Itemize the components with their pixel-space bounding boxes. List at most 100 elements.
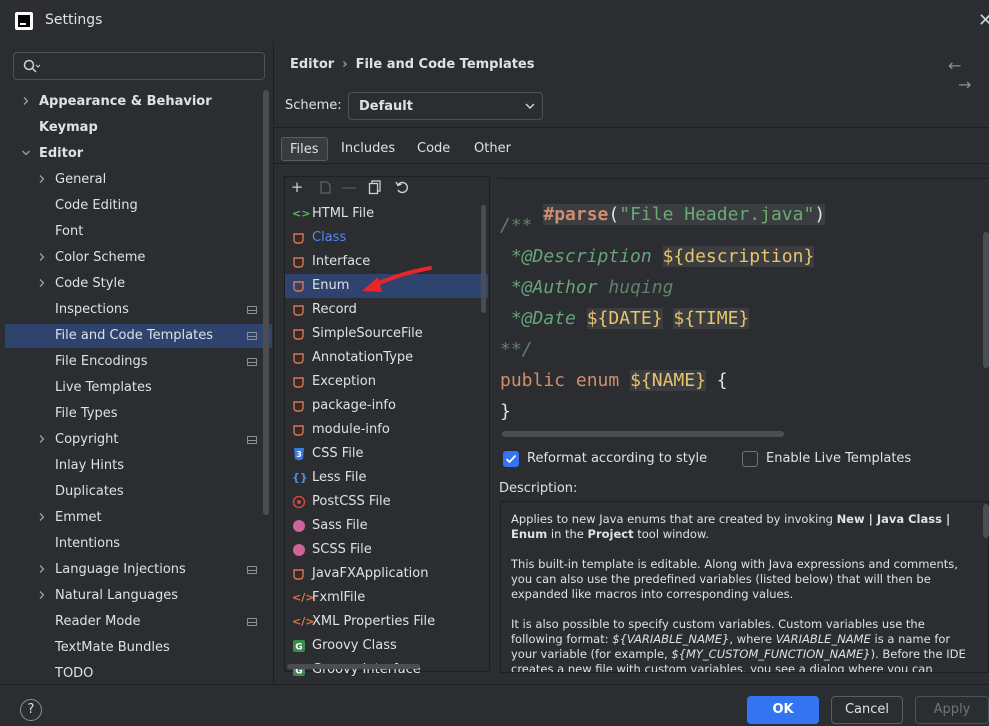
close-icon[interactable]: ✕	[978, 10, 989, 31]
tab-code[interactable]: Code	[409, 137, 458, 161]
template-list-scrollbar[interactable]	[481, 205, 486, 313]
template-list-hscrollbar[interactable]	[287, 664, 420, 669]
postcss-icon	[292, 495, 306, 509]
chevron-right-icon[interactable]	[37, 168, 47, 192]
template-item-label: PostCSS File	[312, 494, 391, 509]
tab-includes[interactable]: Includes	[333, 137, 403, 161]
sidebar-item-label: File Types	[55, 406, 118, 421]
sidebar-item-language-injections[interactable]: Language Injections	[0, 558, 260, 582]
settings-search-input[interactable]	[13, 52, 265, 80]
scheme-dropdown[interactable]: Default	[348, 92, 543, 120]
template-item-postcss-file[interactable]: PostCSS File	[285, 490, 488, 514]
editor-vscrollbar[interactable]	[983, 232, 989, 368]
template-item-exception[interactable]: Exception	[285, 370, 488, 394]
reset-icon[interactable]	[393, 177, 411, 197]
sidebar-item-duplicates[interactable]: Duplicates	[0, 480, 260, 504]
description-scrollbar[interactable]	[983, 504, 989, 538]
chevron-right-icon[interactable]	[37, 272, 47, 296]
template-item-sass-file[interactable]: Sass File	[285, 514, 488, 538]
template-item-module-info[interactable]: module-info	[285, 418, 488, 442]
reformat-checkbox[interactable]	[503, 451, 519, 467]
sidebar-item-font[interactable]: Font	[0, 220, 260, 244]
help-button[interactable]: ?	[20, 699, 42, 721]
sidebar-item-code-editing[interactable]: Code Editing	[0, 194, 260, 218]
template-item-label: CSS File	[312, 446, 364, 461]
template-item-annotationtype[interactable]: AnnotationType	[285, 346, 488, 370]
sidebar-item-file-types[interactable]: File Types	[0, 402, 260, 426]
reformat-label[interactable]: Reformat according to style	[527, 451, 707, 466]
plus-icon[interactable]: +	[288, 177, 306, 197]
duplicate-icon[interactable]	[366, 177, 384, 197]
sidebar-item-code-style[interactable]: Code Style	[0, 272, 260, 296]
search-icon	[23, 59, 41, 73]
java-icon	[292, 231, 306, 245]
html-icon: <>	[292, 207, 311, 220]
sidebar-item-reader-mode[interactable]: Reader Mode	[0, 610, 260, 634]
chevron-right-icon[interactable]	[37, 558, 47, 582]
tab-files[interactable]: Files	[281, 137, 328, 161]
template-item-scss-file[interactable]: SCSS File	[285, 538, 488, 562]
sidebar-item-copyright[interactable]: Copyright	[0, 428, 260, 452]
template-item-less-file[interactable]: {} Less File	[285, 466, 488, 490]
minus-icon[interactable]: —	[340, 177, 358, 197]
editor-hscrollbar[interactable]	[502, 431, 784, 437]
sidebar-item-keymap[interactable]: Keymap	[0, 116, 260, 140]
sidebar-item-inspections[interactable]: Inspections	[0, 298, 260, 322]
template-item-groovy-class[interactable]: G Groovy Class	[285, 634, 488, 658]
code-close-brace: }	[500, 401, 511, 422]
template-item-groovy-interface[interactable]: G Groovy Interface	[285, 658, 488, 682]
template-item-xml-properties-file[interactable]: </> XML Properties File	[285, 610, 488, 634]
ok-button[interactable]: OK	[747, 696, 819, 724]
sidebar-item-todo[interactable]: TODO	[0, 662, 260, 686]
chevron-down-icon[interactable]	[21, 142, 31, 166]
sidebar-divider[interactable]	[273, 42, 274, 684]
sidebar-item-label: File and Code Templates	[55, 328, 213, 343]
template-item-javafxapplication[interactable]: JavaFXApplication	[285, 562, 488, 586]
sidebar-item-file-encodings[interactable]: File Encodings	[0, 350, 260, 374]
sidebar-item-inlay-hints[interactable]: Inlay Hints	[0, 454, 260, 478]
chevron-right-icon[interactable]	[37, 428, 47, 452]
sidebar-item-color-scheme[interactable]: Color Scheme	[0, 246, 260, 270]
sidebar-scrollbar[interactable]	[263, 90, 269, 515]
chevron-right-icon[interactable]	[21, 90, 31, 114]
template-item-record[interactable]: Record	[285, 298, 488, 322]
groovy-icon: G	[292, 639, 306, 653]
sidebar-item-textmate-bundles[interactable]: TextMate Bundles	[0, 636, 260, 660]
sidebar-item-emmet[interactable]: Emmet	[0, 506, 260, 530]
forward-arrow-icon[interactable]: →	[958, 75, 971, 94]
sidebar-item-natural-languages[interactable]: Natural Languages	[0, 584, 260, 608]
chevron-right-icon[interactable]	[37, 506, 47, 530]
description-label: Description:	[499, 481, 578, 496]
template-item-label: module-info	[312, 422, 390, 437]
chevron-right-icon[interactable]	[37, 246, 47, 270]
java-icon	[292, 399, 306, 413]
enable-live-templates-checkbox[interactable]	[742, 451, 758, 467]
description-panel[interactable]: Applies to new Java enums that are creat…	[500, 501, 989, 673]
sidebar-item-live-templates[interactable]: Live Templates	[0, 376, 260, 400]
tab-other[interactable]: Other	[466, 137, 519, 161]
sidebar-item-file-and-code-templates[interactable]: File and Code Templates	[0, 324, 260, 348]
template-item-css-file[interactable]: 3 CSS File	[285, 442, 488, 466]
sidebar-item-intentions[interactable]: Intentions	[0, 532, 260, 556]
sidebar-item-general[interactable]: General	[0, 168, 260, 192]
cancel-button[interactable]: Cancel	[831, 696, 903, 724]
breadcrumb-parent[interactable]: Editor	[290, 57, 334, 72]
template-item-package-info[interactable]: package-info	[285, 394, 488, 418]
java-icon	[292, 255, 306, 269]
code-directive: #parse("File Header.java")	[543, 204, 826, 225]
chevron-right-icon[interactable]	[37, 584, 47, 608]
sidebar-item-appearance-behavior[interactable]: Appearance & Behavior	[0, 90, 260, 114]
sidebar-item-label: TODO	[55, 666, 94, 681]
enable-live-templates-label[interactable]: Enable Live Templates	[766, 451, 911, 466]
copy-icon[interactable]	[316, 177, 334, 197]
template-item-fxmlfile[interactable]: </> FxmlFile	[285, 586, 488, 610]
apply-button[interactable]: Apply	[915, 696, 989, 724]
project-scope-icon	[247, 332, 257, 340]
template-item-class[interactable]: Class	[285, 226, 488, 250]
java-icon	[292, 567, 306, 581]
sidebar-item-editor[interactable]: Editor	[0, 142, 260, 166]
template-item-html-file[interactable]: <> HTML File	[285, 202, 488, 226]
template-code-editor[interactable]: #parse("File Header.java") /** *@Descrip…	[498, 178, 989, 440]
template-item-simplesourcefile[interactable]: SimpleSourceFile	[285, 322, 488, 346]
back-arrow-icon[interactable]: ←	[948, 56, 961, 75]
